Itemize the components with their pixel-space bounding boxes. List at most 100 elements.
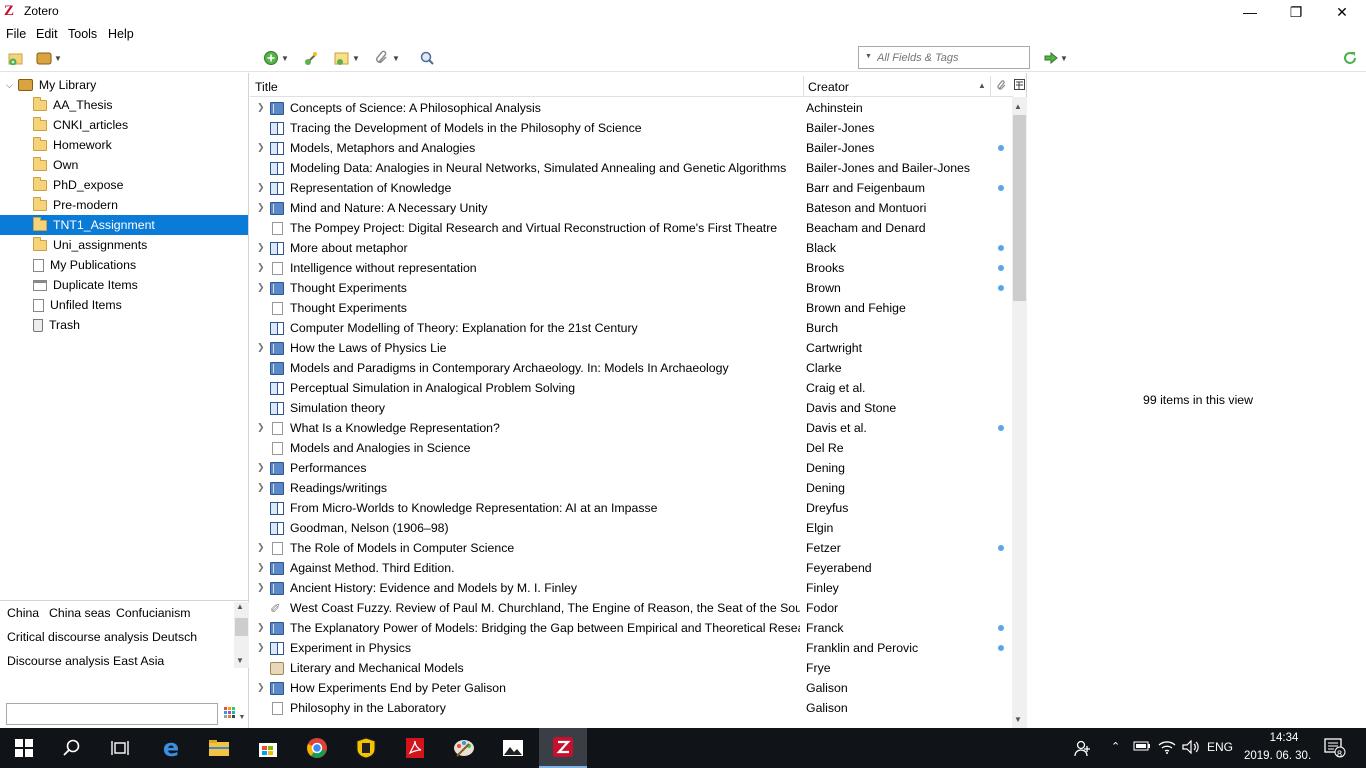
edge-app[interactable]: e [147,728,195,768]
menu-tools[interactable]: Tools [68,27,97,41]
table-row[interactable]: ❯ Thought Experiments Brown [250,278,1012,298]
clock-time[interactable]: 14:34 [1254,732,1314,744]
table-row[interactable]: Models and Paradigms in Contemporary Arc… [250,358,1012,378]
store-app[interactable] [244,728,292,768]
scroll-down-icon[interactable]: ▼ [236,656,244,665]
photos-app[interactable] [489,728,537,768]
tag-deutsch[interactable]: Deutsch [152,630,197,644]
start-button[interactable] [0,728,48,768]
attachment-indicator-icon[interactable] [998,545,1004,551]
file-explorer-app[interactable] [195,728,243,768]
action-center-button[interactable] [1324,738,1346,761]
task-view-button[interactable] [96,728,144,768]
expand-chevron-icon[interactable]: ❯ [257,202,265,213]
menu-edit[interactable]: Edit [36,27,58,41]
table-row[interactable]: ❯ Experiment in Physics Franklin and Perov… [250,638,1012,658]
security-app[interactable] [342,728,390,768]
table-row[interactable]: ✐ West Coast Fuzzy. Review of Paul M. Chu… [250,598,1012,618]
expand-chevron-icon[interactable]: ❯ [257,622,265,633]
table-row[interactable]: Simulation theory Davis and Stone [250,398,1012,418]
new-collection-button[interactable] [8,49,24,67]
scroll-up-icon[interactable]: ▲ [236,602,244,611]
attachment-indicator-icon[interactable] [998,145,1004,151]
table-row[interactable]: ❯ Readings/writings Dening [250,478,1012,498]
table-row[interactable]: ❯ Ancient History: Evidence and Models by… [250,578,1012,598]
menu-file[interactable]: File [6,27,26,41]
attachment-indicator-icon[interactable] [998,185,1004,191]
column-divider[interactable] [803,76,804,96]
minimize-button[interactable]: — [1227,0,1273,24]
expand-chevron-icon[interactable]: ❯ [257,682,265,693]
collection-row[interactable]: CNKI_articles [0,115,248,135]
add-attachment-button[interactable]: ▼ [374,49,400,67]
table-row[interactable]: Thought Experiments Brown and Fehige [250,298,1012,318]
attachment-indicator-icon[interactable] [998,265,1004,271]
tag-discourse-analysis[interactable]: Discourse analysis [7,654,110,668]
collection-row[interactable]: Unfiled Items [0,295,248,315]
show-hidden-icons-icon[interactable]: ⌃ [1111,740,1120,753]
restore-button[interactable]: ❐ [1273,0,1319,24]
collection-row[interactable]: Pre-modern [0,195,248,215]
table-row[interactable]: Computer Modelling of Theory: Explanatio… [250,318,1012,338]
expand-chevron-icon[interactable]: ❯ [257,462,265,473]
new-note-button[interactable]: ▼ [334,49,360,67]
menu-help[interactable]: Help [108,27,134,41]
table-row[interactable]: From Micro-Worlds to Knowledge Represent… [250,498,1012,518]
table-row[interactable]: ❯ The Role of Models in Computer Science F… [250,538,1012,558]
table-row[interactable]: Modeling Data: Analogies in Neural Netwo… [250,158,1012,178]
add-by-identifier-button[interactable] [303,49,319,67]
expand-chevron-icon[interactable]: ❯ [257,482,265,493]
expand-chevron-icon[interactable]: ❯ [257,542,265,553]
expand-chevron-icon[interactable]: ❯ [257,582,265,593]
zotero-app[interactable] [539,728,587,768]
language-indicator[interactable]: ENG [1207,740,1233,754]
paint-app[interactable] [440,728,488,768]
table-row[interactable]: Tracing the Development of Models in the… [250,118,1012,138]
column-creator[interactable]: Creator [808,80,849,94]
table-row[interactable]: ❯ Intelligence without representation Broo… [250,258,1012,278]
battery-icon[interactable] [1133,740,1151,755]
collection-row[interactable]: PhD_expose [0,175,248,195]
expand-chevron-icon[interactable]: ❯ [257,242,265,253]
people-icon[interactable] [1074,740,1092,759]
advanced-search-button[interactable] [419,49,435,67]
column-divider[interactable] [990,76,991,96]
volume-icon[interactable] [1182,739,1200,757]
table-row[interactable]: ❯ Mind and Nature: A Necessary Unity Bates… [250,198,1012,218]
expand-chevron-icon[interactable]: ❯ [257,422,265,433]
table-row[interactable]: Models and Analogies in Science Del Re [250,438,1012,458]
tag-scrollbar[interactable]: ▲ ▼ [234,602,249,668]
search-mode-dropdown-icon[interactable]: ▼ [865,53,872,60]
attachment-column-icon[interactable] [996,79,1007,94]
tag-critical-discourse-analysis[interactable]: Critical discourse analysis [7,630,148,644]
wifi-icon[interactable] [1158,740,1176,757]
attachment-indicator-icon[interactable] [998,285,1004,291]
expand-chevron-icon[interactable]: ❯ [257,282,265,293]
clock-date[interactable]: 2019. 06. 30. [1244,750,1311,762]
table-row[interactable]: ❯ The Explanatory Power of Models: Bridgi… [250,618,1012,638]
items-scroll-thumb[interactable] [1013,115,1026,301]
search-input[interactable] [877,50,1027,66]
collection-row[interactable]: Trash [0,315,248,335]
table-row[interactable]: ❯ How Experiments End by Peter Galison Gal… [250,678,1012,698]
attachment-indicator-icon[interactable] [998,425,1004,431]
locate-button[interactable]: ▼ [1044,49,1068,67]
tag-filter-input[interactable] [6,703,218,725]
attachment-indicator-icon[interactable] [998,245,1004,251]
chrome-app[interactable] [293,728,341,768]
collection-row[interactable]: TNT1_Assignment [0,215,248,235]
table-row[interactable]: ❯ Performances Dening [250,458,1012,478]
scroll-down-icon[interactable]: ▼ [1014,715,1022,724]
attachment-indicator-icon[interactable] [998,645,1004,651]
table-row[interactable]: The Pompey Project: Digital Research and… [250,218,1012,238]
collection-row[interactable]: AA_Thesis [0,95,248,115]
table-row[interactable]: Goodman, Nelson (1906–98) Elgin [250,518,1012,538]
new-library-button[interactable]: ▼ [36,49,62,67]
collection-row[interactable]: Homework [0,135,248,155]
table-row[interactable]: ❯ How the Laws of Physics Lie Cartwright [250,338,1012,358]
attachment-indicator-icon[interactable] [998,625,1004,631]
column-picker-icon[interactable] [1014,79,1025,93]
tag-east-asia[interactable]: East Asia [113,654,164,668]
collection-row[interactable]: Uni_assignments [0,235,248,255]
tag-china[interactable]: China [7,606,39,620]
